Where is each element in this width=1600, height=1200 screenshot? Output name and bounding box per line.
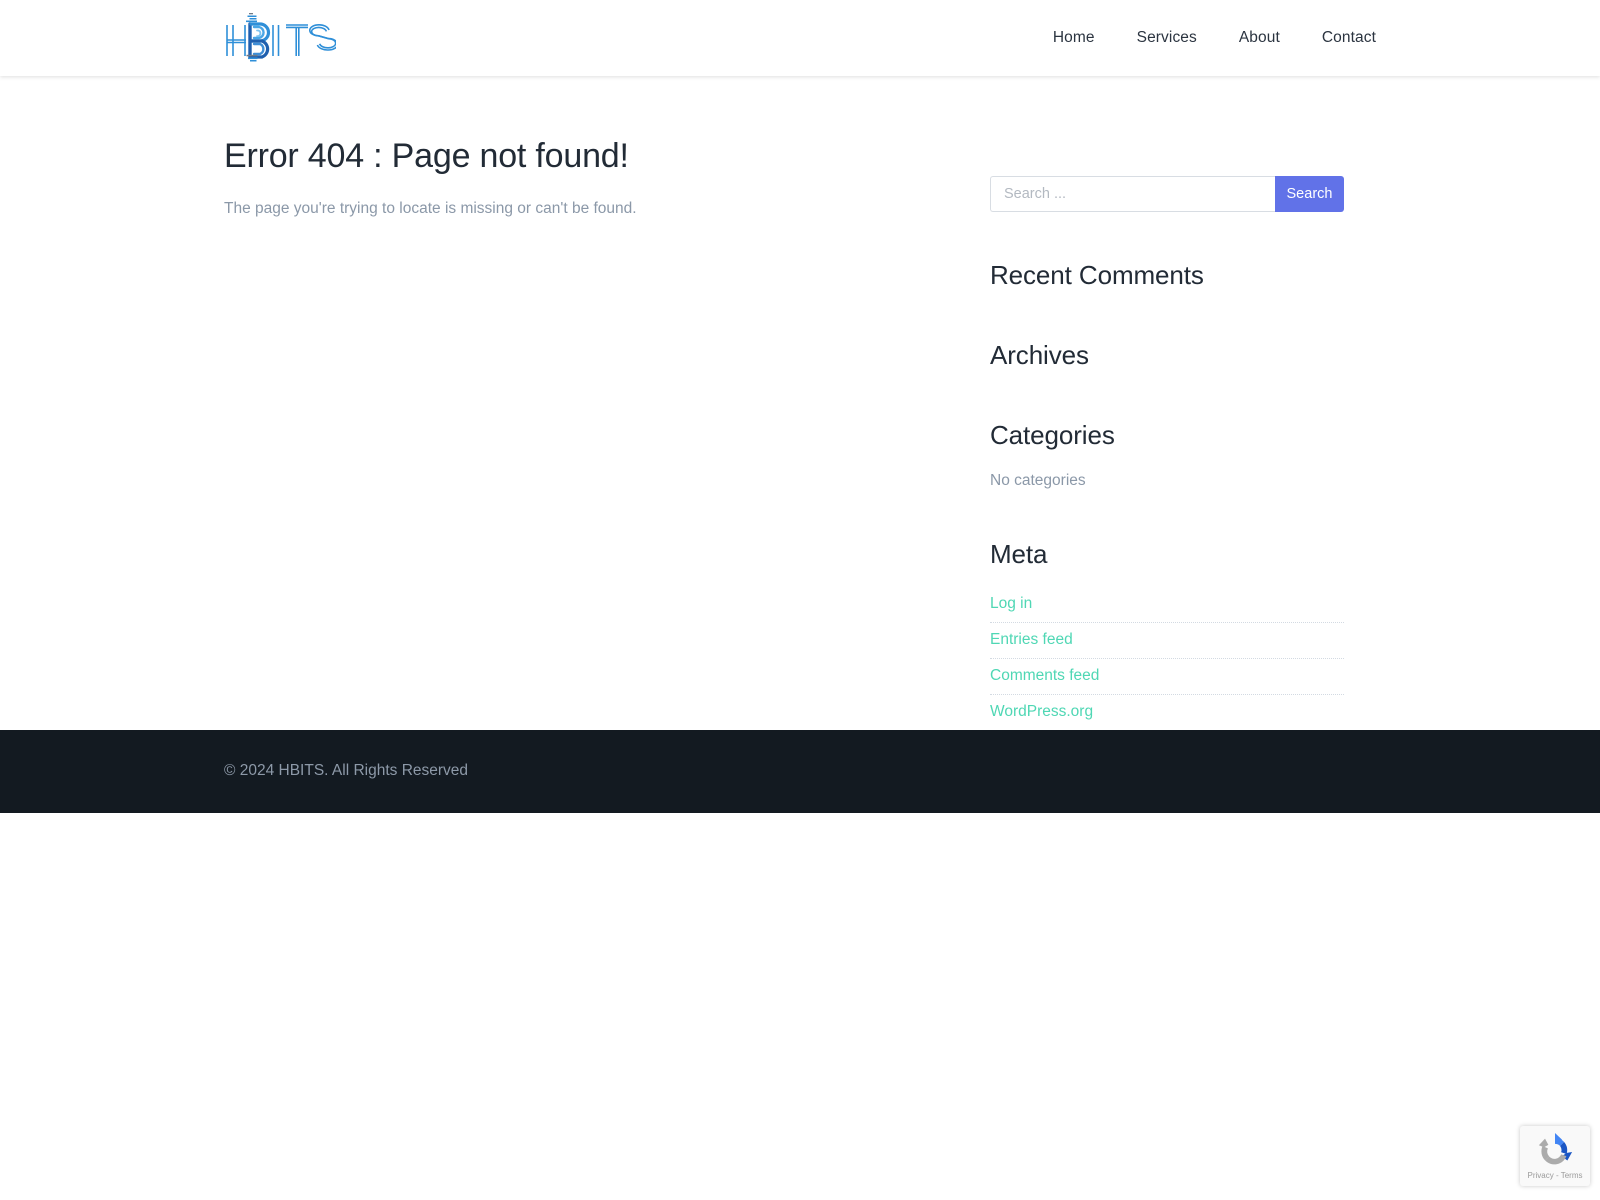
sidebar: Search Recent Comments Archives Categori… <box>990 76 1344 730</box>
list-item: WordPress.org <box>990 695 1344 730</box>
widget-recent-comments: Recent Comments <box>990 260 1344 291</box>
recaptcha-icon <box>1538 1132 1573 1165</box>
meta-link-list: Log in Entries feed Comments feed WordPr… <box>990 587 1344 730</box>
list-item: Entries feed <box>990 623 1344 659</box>
meta-link-comments-feed[interactable]: Comments feed <box>990 659 1344 694</box>
widget-archives: Archives <box>990 340 1344 371</box>
meta-link-wordpress-org[interactable]: WordPress.org <box>990 695 1344 730</box>
header-inner: Home Services About Contact <box>0 12 1600 64</box>
nav-item-services[interactable]: Services <box>1116 29 1218 47</box>
recaptcha-links[interactable]: Privacy - Terms <box>1528 1171 1583 1180</box>
widget-title-archives: Archives <box>990 340 1089 371</box>
site-header: Home Services About Contact <box>0 0 1600 76</box>
site-logo[interactable] <box>224 12 336 64</box>
meta-link-entries-feed[interactable]: Entries feed <box>990 623 1344 658</box>
footer-copyright: © 2024 HBITS. All Rights Reserved <box>224 762 469 780</box>
nav-item-contact[interactable]: Contact <box>1301 29 1376 47</box>
categories-empty-text: No categories <box>990 471 1086 489</box>
page-whitespace <box>0 812 1600 1200</box>
meta-link-login[interactable]: Log in <box>990 587 1344 622</box>
nav-item-home[interactable]: Home <box>1032 29 1116 47</box>
list-item: Log in <box>990 587 1344 623</box>
hbits-logo-icon <box>226 13 336 62</box>
widget-title-meta: Meta <box>990 538 1048 569</box>
widget-categories: Categories No categories <box>990 420 1344 489</box>
search-input[interactable] <box>990 176 1275 212</box>
search-button[interactable]: Search <box>1275 176 1344 212</box>
page-title: Error 404 : Page not found! <box>224 137 629 175</box>
site-footer: © 2024 HBITS. All Rights Reserved <box>0 729 1600 813</box>
main-navigation: Home Services About Contact <box>1032 29 1376 47</box>
widget-title-categories: Categories <box>990 420 1115 451</box>
recaptcha-badge[interactable]: Privacy - Terms <box>1520 1126 1590 1186</box>
nav-item-about[interactable]: About <box>1218 29 1301 47</box>
main-content: Error 404 : Page not found! The page you… <box>224 76 934 220</box>
widget-meta: Meta Log in Entries feed Comments feed W… <box>990 539 1344 730</box>
page-subtitle: The page you're trying to locate is miss… <box>224 199 637 217</box>
list-item: Comments feed <box>990 659 1344 695</box>
widget-title-recent-comments: Recent Comments <box>990 260 1204 290</box>
page-body: Error 404 : Page not found! The page you… <box>0 76 1600 730</box>
search-form: Search <box>990 176 1344 212</box>
